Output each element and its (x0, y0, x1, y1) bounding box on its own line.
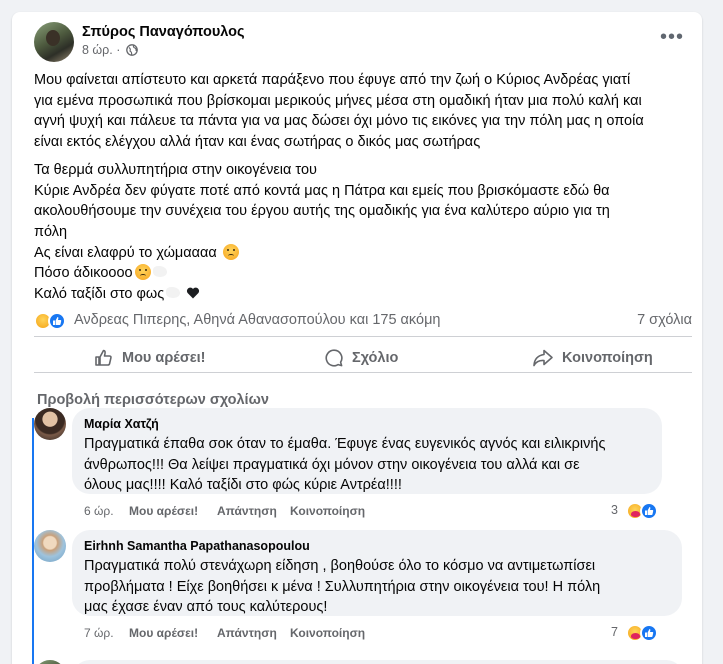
like-reaction-icon (640, 502, 658, 520)
reactions-names[interactable]: Ανδρεας Πιπερης, Αθηνά Αθανασοπούλου και… (74, 312, 441, 328)
comment-reply-button[interactable]: Απάντηση (217, 626, 277, 640)
dove-emoji (152, 266, 167, 278)
post-time[interactable]: 8 ώρ. (82, 43, 113, 57)
comment-like-button[interactable]: Μου αρέσει! (129, 504, 198, 518)
post-body: Μου φαίνεται απίστευτο και αρκετά παράξε… (34, 70, 694, 312)
author-name[interactable]: Σπύρος Παναγόπουλος (82, 24, 245, 40)
post-paragraph-2: Τα θερμά συλλυπητήρια στην οικογένεια το… (34, 161, 610, 303)
line-unfair: Πόσο άδικοοοο (34, 265, 133, 282)
comments-count[interactable]: 7 σχόλια (637, 312, 692, 328)
like-icon (95, 349, 112, 366)
comment-actions: 7 ώρ. Μου αρέσει! Απάντηση Κοινοποίηση (84, 626, 384, 642)
meta-separator: · (116, 43, 121, 57)
comment-reaction-count: 3 (611, 503, 618, 517)
comment-share-button[interactable]: Κοινοποίηση (290, 626, 365, 640)
post-card: Σπύρος Παναγόπουλος 8 ώρ. · ••• Μου φαίν… (12, 12, 702, 664)
black-heart-emoji (186, 286, 200, 300)
commenter-name[interactable]: Eirhnh Samantha Papathanasopoulou (84, 538, 670, 554)
reactions-summary: Ανδρεας Πιπερης, Αθηνά Αθανασοπούλου και… (34, 310, 692, 332)
like-label: Μου αρέσει! (122, 350, 206, 366)
globe-icon (126, 44, 138, 59)
divider (34, 336, 692, 337)
sad-face-emoji (134, 264, 151, 281)
like-reaction-icon (640, 624, 658, 642)
author-avatar[interactable] (34, 22, 74, 62)
comment-share-button[interactable]: Κοινοποίηση (290, 504, 365, 518)
view-more-comments-link[interactable]: Προβολή περισσότερων σχολίων (37, 392, 269, 408)
reaction-icons[interactable] (34, 312, 74, 330)
commenter-avatar[interactable] (34, 530, 66, 562)
comment-reactions[interactable]: 3 (594, 502, 658, 520)
comment-bubble: Μαρία Χατζή Πραγματικά έπαθα σοκ όταν το… (72, 408, 662, 494)
sad-face-emoji (222, 243, 239, 260)
comment-time[interactable]: 6 ώρ. (84, 504, 114, 518)
comment-like-button[interactable]: Μου αρέσει! (129, 626, 198, 640)
post-paragraph-1: Μου φαίνεται απίστευτο και αρκετά παράξε… (34, 72, 644, 151)
comment-reply-button[interactable]: Απάντηση (217, 504, 277, 518)
more-options-icon[interactable]: ••• (660, 27, 684, 50)
like-reaction-icon (48, 312, 66, 330)
comment-reaction-count: 7 (611, 625, 618, 639)
line-soil: Ας είναι ελαφρύ το χώμαααα (34, 244, 217, 261)
comment-label: Σχόλιο (352, 350, 399, 366)
comment-text: Πραγματικά έπαθα σοκ όταν το έμαθα. Έφυγ… (84, 436, 606, 493)
comment-bubble: Eirhnh Samantha Papathanasopoulou Πραγμα… (72, 530, 682, 616)
divider (34, 372, 692, 373)
post-meta: 8 ώρ. · (82, 43, 138, 59)
commenter-avatar[interactable] (34, 408, 66, 440)
line-journey: Καλό ταξίδι στο φως (34, 286, 165, 303)
share-icon (533, 349, 553, 367)
composer-input[interactable] (72, 660, 684, 664)
comment-time[interactable]: 7 ώρ. (84, 626, 114, 640)
commenter-name[interactable]: Μαρία Χατζή (84, 416, 650, 432)
comment-reactions[interactable]: 7 (594, 624, 658, 642)
composer-avatar (34, 660, 66, 664)
comment-actions: 6 ώρ. Μου αρέσει! Απάντηση Κοινοποίηση (84, 504, 384, 520)
share-label: Κοινοποίηση (562, 350, 653, 366)
comment-icon (325, 349, 343, 367)
dove-emoji (166, 287, 181, 299)
comment-text: Πραγματικά πολύ στενάχωρη είδηση , βοηθο… (84, 558, 601, 615)
